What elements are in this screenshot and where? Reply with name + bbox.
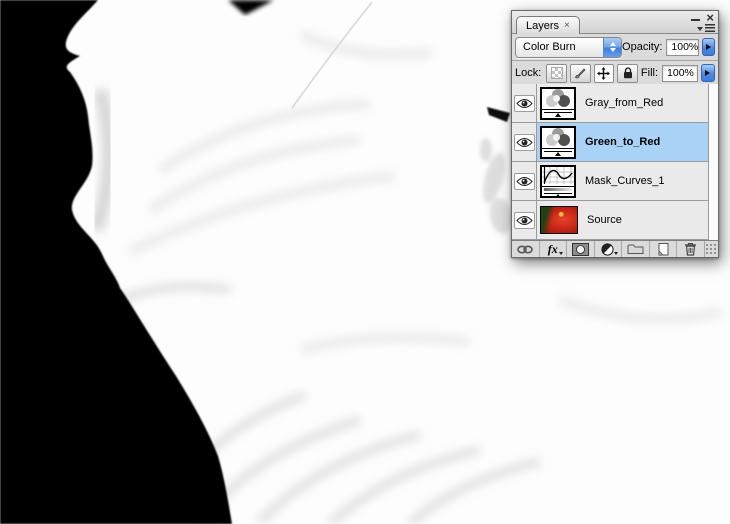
- eye-icon: [515, 215, 533, 225]
- minimize-icon[interactable]: [691, 19, 701, 21]
- stepper-arrows-icon[interactable]: [603, 37, 622, 57]
- folder-icon: [627, 244, 644, 254]
- blend-mode-select[interactable]: Color Burn: [515, 36, 623, 58]
- panel-tab-bar: Layers × ×: [512, 11, 718, 34]
- layer-row-green-to-red[interactable]: Green_to_Red: [512, 123, 708, 162]
- transparency-icon: [550, 67, 563, 79]
- tab-close-icon[interactable]: ×: [564, 20, 570, 31]
- lock-icon: [623, 67, 632, 79]
- delete-layer-button[interactable]: [677, 241, 705, 257]
- layer-name: Green_to_Red: [585, 136, 661, 148]
- menu-lines-icon: [705, 24, 715, 32]
- layer-row-mask-curves[interactable]: Mask_Curves_1: [512, 162, 708, 201]
- layer-list: Gray_from_Red Green_to_Red Mask_Curves_1…: [512, 84, 718, 240]
- eye-icon: [515, 137, 533, 147]
- divider: [512, 60, 718, 61]
- move-icon: [597, 66, 611, 80]
- fill-label: Fill:: [640, 67, 659, 79]
- panel-menu-button[interactable]: [697, 24, 715, 32]
- eye-icon: [515, 176, 533, 186]
- trash-icon: [684, 243, 696, 256]
- visibility-cell[interactable]: [512, 84, 537, 122]
- layer-name: Gray_from_Red: [585, 97, 664, 109]
- layer-row-source[interactable]: Source: [512, 201, 708, 240]
- eye-toggle[interactable]: [513, 94, 535, 112]
- chevron-down-icon: [559, 252, 563, 255]
- eye-toggle[interactable]: [513, 133, 535, 151]
- layer-name: Source: [587, 214, 622, 226]
- adjustment-layer-icon: [601, 242, 614, 256]
- visibility-cell[interactable]: [512, 162, 537, 200]
- lock-all-button[interactable]: [617, 63, 638, 83]
- eye-icon: [515, 98, 533, 108]
- layer-style-button[interactable]: fx: [540, 241, 567, 257]
- eye-toggle[interactable]: [513, 211, 535, 229]
- channel-mixer-thumbnail[interactable]: [540, 125, 576, 159]
- eye-toggle[interactable]: [513, 172, 535, 190]
- blend-mode-value: Color Burn: [523, 41, 576, 53]
- layers-panel: Layers × × Color Burn Opacity: 100% Lock…: [511, 10, 719, 258]
- scrollbar-track[interactable]: [708, 84, 718, 240]
- chevron-down-icon: [614, 252, 618, 255]
- brush-icon: [575, 68, 586, 79]
- opacity-label: Opacity:: [622, 41, 663, 53]
- visibility-cell[interactable]: [512, 123, 537, 161]
- curves-thumbnail[interactable]: [540, 164, 576, 198]
- layer-name: Mask_Curves_1: [585, 175, 665, 187]
- chevron-down-icon: [697, 26, 703, 31]
- fill-input[interactable]: 100%: [662, 64, 698, 82]
- new-layer-icon: [658, 243, 669, 256]
- panel-toolbar: fx: [512, 240, 718, 257]
- tab-layers-label: Layers: [526, 19, 560, 32]
- resize-grip[interactable]: [704, 243, 716, 255]
- panel-controls: Color Burn Opacity: 100% Lock: Fill: 100…: [512, 34, 718, 84]
- close-icon[interactable]: ×: [706, 11, 714, 24]
- new-layer-button[interactable]: [650, 241, 677, 257]
- fx-icon: fx: [547, 241, 558, 256]
- add-layer-mask-button[interactable]: [567, 241, 595, 257]
- lock-pixels-button[interactable]: [569, 63, 591, 83]
- layer-row-gray-from-red[interactable]: Gray_from_Red: [512, 84, 708, 123]
- link-layers-button[interactable]: [512, 241, 540, 257]
- lock-position-button[interactable]: [593, 63, 615, 83]
- fill-slider-button[interactable]: [700, 64, 715, 82]
- layer-mask-icon: [571, 242, 589, 256]
- curves-icon: [542, 166, 574, 184]
- opacity-input[interactable]: 100%: [666, 38, 700, 56]
- channel-mixer-thumbnail[interactable]: [540, 86, 576, 120]
- link-icon: [517, 244, 534, 254]
- visibility-cell[interactable]: [512, 201, 537, 239]
- opacity-slider-button[interactable]: [702, 38, 715, 56]
- new-adjustment-layer-button[interactable]: [595, 241, 622, 257]
- lock-label: Lock:: [515, 67, 542, 79]
- image-thumbnail[interactable]: [540, 206, 578, 234]
- lock-transparency-button[interactable]: [546, 63, 567, 83]
- tab-layers[interactable]: Layers ×: [516, 16, 580, 34]
- new-group-button[interactable]: [622, 241, 650, 257]
- photoshop-canvas: Layers × × Color Burn Opacity: 100% Lock…: [0, 0, 730, 524]
- window-controls: ×: [691, 11, 714, 24]
